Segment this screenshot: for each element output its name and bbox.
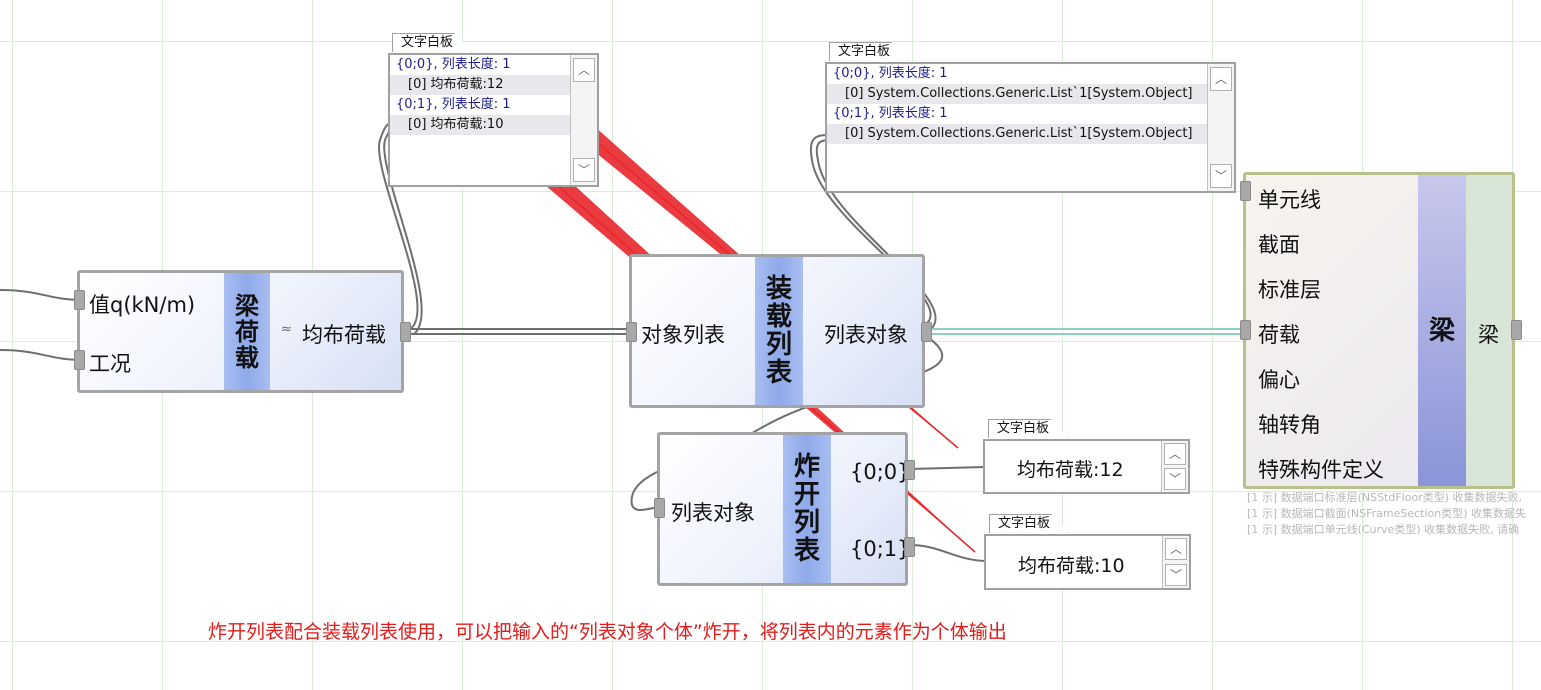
- input-standard-floor[interactable]: 标准层: [1258, 274, 1321, 304]
- explode-list-component[interactable]: 列表对象 炸开列表 {0;0} {0;1}: [657, 432, 911, 586]
- output-prefix-icon: ≈: [281, 322, 292, 337]
- annotation-note: 炸开列表配合装载列表使用，可以把输入的“列表对象个体”炸开，将列表内的元素作为个…: [208, 621, 1007, 643]
- wire-out0-to-panel3: [909, 466, 986, 470]
- ghost-message-1: [1 示] 数据端口截面(NSFrameSection类型) 收集数据失: [1247, 507, 1527, 520]
- scroll-down-icon[interactable]: ﹀: [1165, 564, 1187, 586]
- scroll-up-icon[interactable]: ︿: [1164, 443, 1186, 465]
- wire-value-input: [0, 289, 83, 301]
- wire-load-to-list: [410, 328, 632, 335]
- panel2-row: [0] System.Collections.Generic.List`1[Sy…: [827, 124, 1234, 144]
- scroll-up-icon[interactable]: ︿: [1165, 538, 1187, 560]
- load-list-component[interactable]: 对象列表 装载列表 列表对象: [629, 254, 925, 408]
- scroll-up-icon[interactable]: ︿: [573, 58, 595, 82]
- panel3-value: 均布荷载:12: [1017, 459, 1124, 481]
- output-uniform-load[interactable]: 均布荷载: [302, 319, 386, 349]
- beam-title: 梁: [1418, 175, 1466, 486]
- input-value-q[interactable]: 值q(kN/m): [89, 289, 195, 319]
- panel1-row: {0;1}, 列表长度: 1: [396, 97, 511, 112]
- input-eccentricity[interactable]: 偏心: [1258, 364, 1300, 394]
- scroll-down-icon[interactable]: ﹀: [1210, 164, 1232, 188]
- panel1[interactable]: {0;0}, 列表长度: 1 [0] 均布荷载:12 {0;1}, 列表长度: …: [388, 53, 599, 187]
- panel3[interactable]: 均布荷载:12 ︿ ﹀: [983, 439, 1190, 494]
- panel1-row: {0;0}, 列表长度: 1: [396, 57, 511, 72]
- panel1-scrollbar[interactable]: ︿ ﹀: [570, 55, 597, 185]
- explode-input-grip[interactable]: [654, 498, 665, 518]
- explode-list-title: 炸开列表: [783, 435, 831, 583]
- ghost-message-2: [1 示] 数据端口单元线(Curve类型) 收集数据失败, 请确: [1247, 523, 1520, 536]
- output-branch-0-0[interactable]: {0;0}: [850, 460, 911, 484]
- output-branch-0-1[interactable]: {0;1}: [850, 537, 911, 561]
- wire-case-input: [0, 349, 83, 361]
- wire-list-to-beam: [925, 328, 1250, 335]
- panel4-scrollbar[interactable]: ︿ ﹀: [1162, 536, 1189, 588]
- input-element-line[interactable]: 单元线: [1258, 184, 1321, 214]
- output-list-object[interactable]: 列表对象: [824, 319, 908, 349]
- beam-output-grip[interactable]: [1511, 320, 1522, 340]
- input-special-member[interactable]: 特殊构件定义: [1258, 454, 1384, 484]
- wire-out1-to-panel4: [909, 544, 986, 562]
- panel2-row: [0] System.Collections.Generic.List`1[Sy…: [827, 84, 1234, 104]
- explode-output0-grip[interactable]: [904, 460, 915, 480]
- beam-component[interactable]: 单元线 截面 标准层 荷载 偏心 轴转角 特殊构件定义 梁 梁: [1243, 172, 1515, 489]
- panel3-scrollbar[interactable]: ︿ ﹀: [1161, 441, 1188, 492]
- scroll-down-icon[interactable]: ﹀: [1164, 468, 1186, 490]
- panel4[interactable]: 均布荷载:10 ︿ ﹀: [984, 534, 1191, 590]
- panel2-row: {0;0}, 列表长度: 1: [833, 66, 948, 81]
- panel4-value: 均布荷载:10: [1018, 555, 1125, 577]
- input-list-object[interactable]: 列表对象: [671, 497, 755, 527]
- load-list-output-grip[interactable]: [921, 322, 932, 342]
- input-section[interactable]: 截面: [1258, 229, 1300, 259]
- explode-output1-grip[interactable]: [904, 537, 915, 557]
- panel2[interactable]: {0;0}, 列表长度: 1 [0] System.Collections.Ge…: [825, 62, 1236, 193]
- beam-load-output-grip[interactable]: [400, 322, 411, 342]
- panel2-row: {0;1}, 列表长度: 1: [833, 106, 948, 121]
- input-load-case[interactable]: 工况: [89, 348, 131, 378]
- beam-load-title: 梁荷载: [224, 273, 270, 390]
- panel1-row: [0] 均布荷载:12: [390, 75, 597, 95]
- input-axis-rotation[interactable]: 轴转角: [1258, 409, 1321, 439]
- output-beam[interactable]: 梁: [1478, 319, 1499, 349]
- beam-input-grip-0[interactable]: [1240, 181, 1251, 201]
- ghost-message-0: [1 示] 数据端口标准层(NSStdFloor类型) 收集数据失败,: [1247, 491, 1523, 504]
- load-list-title: 装载列表: [755, 257, 803, 405]
- beam-input-grip-3[interactable]: [1240, 320, 1251, 340]
- input-load[interactable]: 荷载: [1258, 319, 1300, 349]
- beam-load-case-grip[interactable]: [74, 350, 85, 370]
- beam-load-component[interactable]: 值q(kN/m) 工况 梁荷载 ≈ 均布荷载: [77, 270, 404, 393]
- input-object-list[interactable]: 对象列表: [641, 319, 725, 349]
- beam-load-input-grip[interactable]: [74, 290, 85, 310]
- scroll-up-icon[interactable]: ︿: [1210, 67, 1232, 91]
- scroll-down-icon[interactable]: ﹀: [573, 158, 595, 182]
- panel1-row: [0] 均布荷载:10: [390, 115, 597, 135]
- panel2-scrollbar[interactable]: ︿ ﹀: [1207, 64, 1234, 191]
- load-list-input-grip[interactable]: [626, 322, 637, 342]
